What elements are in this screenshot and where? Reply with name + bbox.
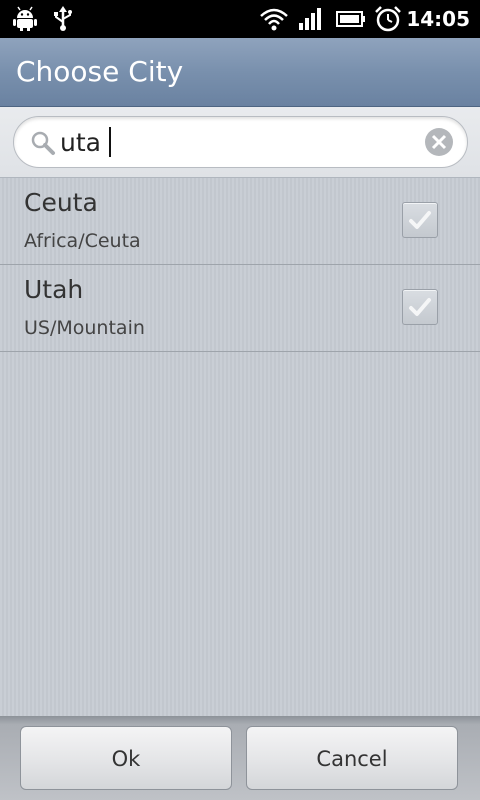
list-item-utah[interactable]: Utah US/Mountain (0, 265, 480, 352)
alarm-icon (373, 0, 403, 38)
ok-button[interactable]: Ok (20, 726, 232, 790)
text-cursor (109, 127, 111, 157)
android-debug-icon (10, 0, 40, 38)
city-name: Utah (24, 275, 84, 304)
list-item-ceuta[interactable]: Ceuta Africa/Ceuta (0, 178, 480, 265)
check-icon (409, 298, 431, 316)
search-area (0, 107, 480, 178)
search-input[interactable] (60, 123, 400, 161)
dialog-title: Choose City (16, 55, 184, 88)
cancel-button[interactable]: Cancel (246, 726, 458, 790)
status-time: 14:05 (406, 7, 470, 31)
city-timezone: Africa/Ceuta (24, 230, 141, 252)
check-icon (409, 211, 431, 229)
city-list: Ceuta Africa/Ceuta Utah US/Mountain (0, 178, 480, 716)
city-timezone: US/Mountain (24, 317, 145, 339)
usb-icon (50, 0, 76, 38)
city-checkbox[interactable] (402, 202, 438, 238)
dialog-button-bar: Ok Cancel (0, 716, 480, 800)
city-name: Ceuta (24, 188, 98, 217)
status-bar: 14:05 (0, 0, 480, 38)
signal-icon (297, 0, 325, 38)
battery-icon (335, 0, 367, 38)
city-checkbox[interactable] (402, 289, 438, 325)
clear-search-icon[interactable] (423, 126, 455, 158)
wifi-icon (258, 0, 290, 38)
search-icon (30, 130, 56, 156)
search-box[interactable] (13, 116, 468, 168)
dialog-title-bar: Choose City (0, 38, 480, 107)
